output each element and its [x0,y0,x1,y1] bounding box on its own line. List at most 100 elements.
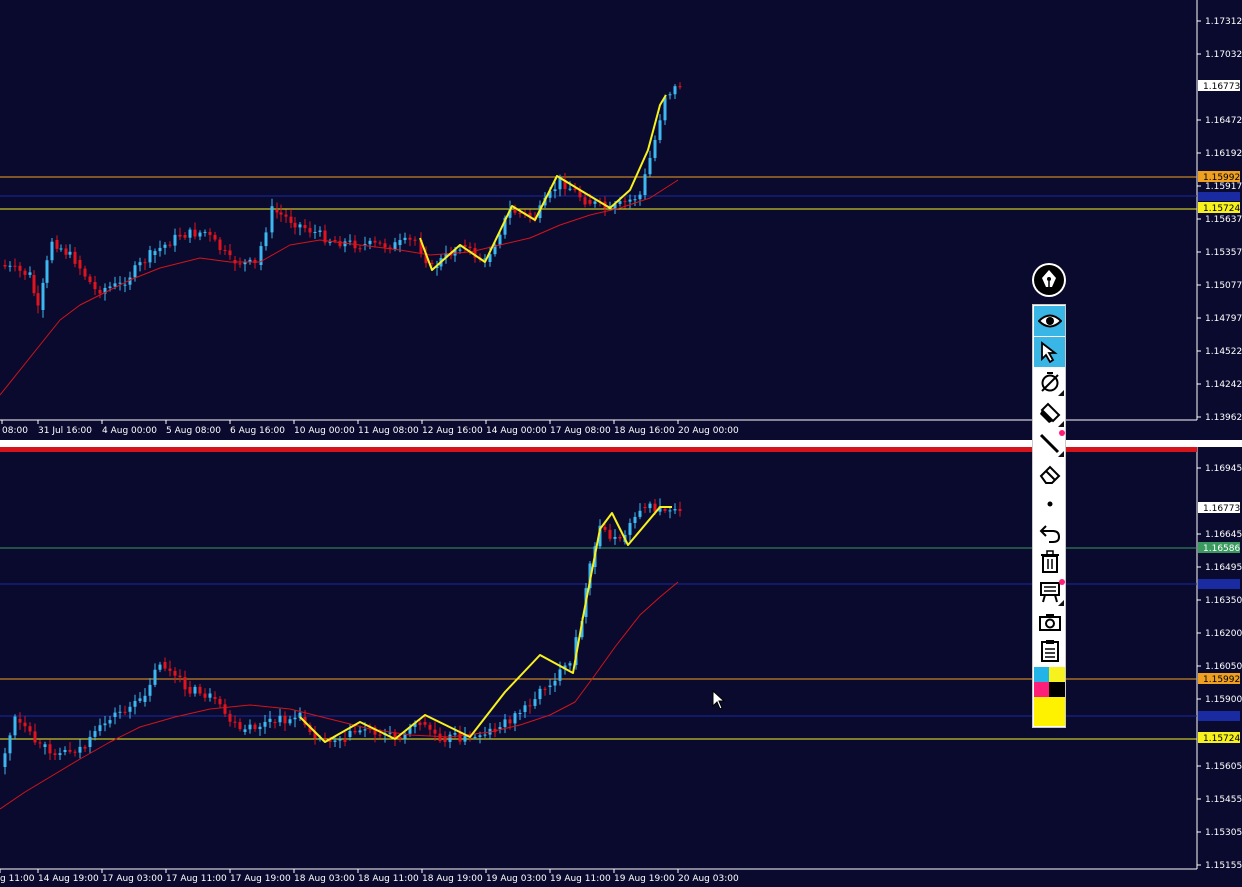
candle-body [648,157,652,175]
price-label: 1.17312 [1205,17,1242,27]
candle-body [343,739,347,742]
active-pane-indicator [0,447,1197,452]
price-label: 1.13962 [1205,413,1242,423]
time-label: 18 Aug 11:00 [358,874,419,884]
candle-body [628,199,632,202]
price-label: 1.15605 [1205,762,1242,772]
candle-body [73,751,77,753]
candle-body [643,174,647,195]
candle-body [243,729,247,732]
candle-body [78,260,82,269]
candle-body [553,189,557,192]
candle-body [628,523,632,535]
candle-body [198,686,202,694]
time-label: 18 Aug 03:00 [294,874,355,884]
moving-average-line [0,581,679,810]
pen-line-tool-button[interactable] [1034,428,1065,458]
current-price-tag: 1.16773 [1203,504,1240,514]
dot-size-icon [1047,501,1052,507]
candle-body [653,139,657,158]
candle-body [18,719,22,723]
delete-all-tool-button[interactable] [1034,577,1065,607]
price-label: 1.15900 [1205,695,1242,705]
cursor-tool-button[interactable] [1034,337,1065,367]
candle-body [498,234,502,245]
candle-body [313,231,317,233]
pen-logo-button[interactable] [1032,263,1066,297]
color-swatch-magenta[interactable] [1034,682,1050,697]
eraser-tool-button[interactable] [1034,459,1065,489]
candle-body [143,695,147,702]
fountain-pen-icon [1034,265,1064,295]
price-label: 1.16200 [1205,629,1242,639]
color-swatch-black[interactable] [1049,682,1065,697]
candle-body [183,235,187,238]
candle-body [278,715,282,723]
clipboard-tool-button[interactable] [1034,636,1065,666]
candle-body [668,510,672,512]
level-tag-blue [1198,579,1240,589]
candle-body [103,723,107,726]
candle-body [138,262,142,266]
candle-body [430,263,434,265]
dot-size-button[interactable] [1034,489,1065,519]
candle-body [163,662,167,669]
candle-body [293,717,297,720]
candle-body [403,237,407,241]
mouse-cursor-icon [712,690,726,710]
candle-body [23,270,27,275]
price-label: 1.15455 [1205,795,1242,805]
candle-body [553,680,557,686]
candle-body [398,240,402,245]
color-swatch-yellow[interactable] [1049,667,1065,682]
highlighter-tool-button[interactable] [1034,398,1065,428]
candle-body [398,737,402,739]
price-label: 1.16350 [1205,596,1242,606]
candle-body [53,753,57,755]
candle-body [363,729,367,731]
candle-body [253,724,257,730]
current-color-preview[interactable] [1034,697,1065,726]
candle-body [328,241,332,243]
candle-body [68,749,72,752]
candle-body [633,516,637,524]
candle-body [588,200,592,204]
price-label: 1.16945 [1205,464,1242,474]
candle-body [448,734,452,742]
candle-body [13,716,17,736]
candle-body [32,275,36,294]
candle-body [108,286,112,288]
candle-body [433,729,437,734]
candle-body [233,721,237,723]
candle-body [453,733,457,735]
color-swatch-cyan[interactable] [1034,667,1050,682]
level-tag-yellow: 1.15724 [1203,204,1240,214]
candle-body [113,712,117,717]
candle-body [608,529,612,539]
candle-body [648,503,652,509]
candle-body [55,240,59,249]
eye-tool-button[interactable] [1034,306,1065,336]
candle-body [158,664,162,670]
candle-body [158,247,162,252]
candle-body [458,249,462,251]
candle-body [548,685,552,687]
candle-body [538,688,542,700]
candle-body [228,250,232,256]
candle-body [223,250,227,252]
level-tag-orange: 1.15992 [1203,173,1240,183]
time-label: 17 Aug 08:00 [550,426,611,436]
candle-body [618,536,622,539]
undo-tool-button[interactable] [1034,518,1065,548]
candle-body [83,268,87,277]
candle-body [353,730,357,733]
screenshot-tool-button[interactable] [1034,607,1065,637]
candle-body [473,736,477,738]
price-label: 1.17032 [1205,50,1242,60]
zigzag-line [419,94,667,271]
candle-body [283,715,287,724]
candle-body [543,688,547,690]
timer-tool-button[interactable] [1034,367,1065,397]
trash-tool-button[interactable] [1034,547,1065,577]
time-label: 6 Aug 16:00 [230,426,285,436]
